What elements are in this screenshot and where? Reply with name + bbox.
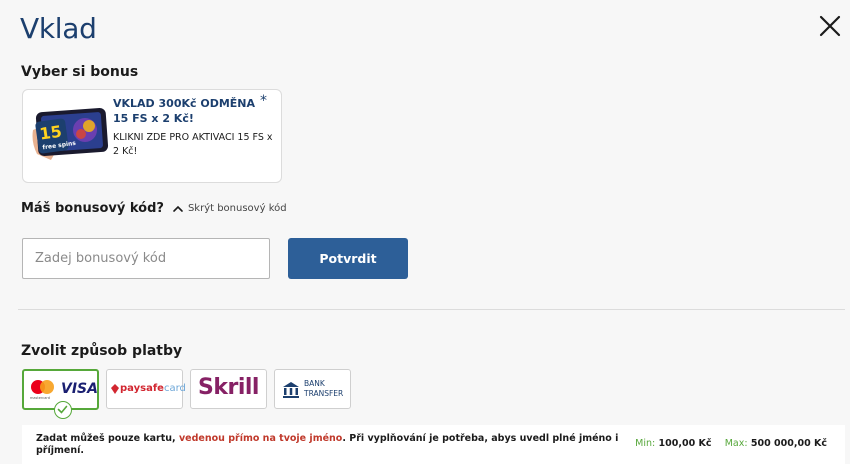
payment-info-bar: Zadat můžeš pouze kartu, vedenou přímo n… (22, 425, 845, 464)
confirm-button[interactable]: Potvrdit (288, 238, 408, 279)
payment-method-paysafecard[interactable]: paysafecard (106, 369, 186, 409)
payment-limits: Min: 100,00 Kč Max: 500 000,00 Kč (635, 438, 827, 449)
bank-transfer-label: BANK TRANSFER (304, 379, 343, 399)
min-label: Min: (635, 438, 656, 449)
promo-code-row: Máš bonusový kód? Skrýt bonusový kód (21, 201, 287, 216)
bonus-thumb-number: 15 (38, 122, 63, 144)
close-icon (819, 15, 841, 37)
paysafecard-text-a: paysafe (120, 383, 164, 394)
bonus-asterisk: * (260, 93, 267, 109)
section-divider (18, 309, 845, 310)
payment-method-skrill[interactable]: Skrill (190, 369, 267, 409)
bonus-section-label: Vyber si bonus (21, 64, 139, 80)
mastercard-logo-icon: mastercard (30, 380, 54, 400)
paysafecard-logo: paysafecard (120, 383, 186, 394)
page-title: Vklad (20, 12, 97, 45)
close-button[interactable] (818, 14, 842, 38)
chevron-up-icon (173, 205, 183, 212)
info-prefix: Zadat můžeš pouze kartu, (36, 433, 179, 444)
bonus-title: VKLAD 300Kč ODMĚNA 15 FS x 2 Kč! (113, 97, 256, 125)
check-icon (57, 405, 68, 414)
payment-method-card[interactable]: mastercard VISA (22, 369, 99, 419)
bonus-card[interactable]: 15 free spins VKLAD 300Kč ODMĚNA 15 FS x… (22, 89, 282, 183)
bonus-subtitle: KLIKNI ZDE PRO AKTIVACI 15 FS x 2 Kč! (113, 132, 273, 157)
mastercard-label: mastercard (30, 396, 50, 400)
bank-transfer-line1: BANK (304, 379, 325, 388)
max-label: Max: (724, 438, 748, 449)
info-highlight: vedenou přímo na tvoje jméno (178, 433, 343, 444)
promo-code-input[interactable] (22, 238, 270, 279)
skrill-logo: Skrill (198, 375, 259, 400)
paysafecard-text-b: card (163, 383, 186, 394)
hide-promo-code-toggle[interactable]: Skrýt bonusový kód (172, 203, 287, 214)
visa-logo: VISA (61, 381, 98, 397)
bank-icon (283, 382, 299, 398)
promo-code-question: Máš bonusový kód? (21, 201, 164, 216)
payment-info-text: Zadat můžeš pouze kartu, vedenou přímo n… (36, 433, 626, 457)
payment-section-label: Zvolit způsob platby (21, 343, 183, 359)
bank-transfer-line2: TRANSFER (304, 389, 344, 398)
payment-method-bank-transfer[interactable]: BANK TRANSFER (274, 369, 351, 409)
selected-check-badge (54, 401, 72, 419)
min-value: 100,00 Kč (658, 438, 712, 449)
paysafecard-icon (111, 384, 119, 394)
max-value: 500 000,00 Kč (750, 438, 827, 449)
hide-promo-code-label: Skrýt bonusový kód (187, 203, 287, 214)
